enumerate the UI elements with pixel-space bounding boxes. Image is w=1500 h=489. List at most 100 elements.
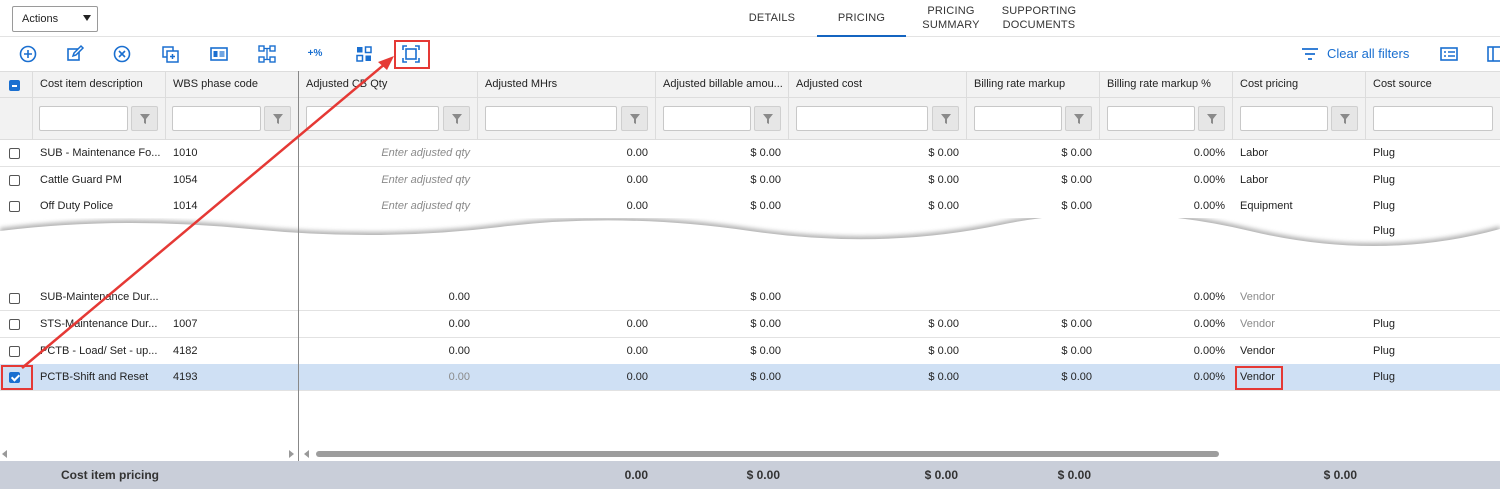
cell-billable: $ 0.00 [750,174,781,186]
cell-markup-pct: 0.00% [1193,291,1225,303]
clear-all-filters-label: Clear all filters [1327,46,1410,61]
filter-button-qty[interactable] [443,106,470,131]
highlight-box-vendor [1235,366,1283,390]
col-header-billing-rate-markup[interactable]: Billing rate markup [967,72,1100,98]
cell-adjusted-qty[interactable]: 0.00 [299,311,478,337]
cell-mhrs: 0.00 [626,318,648,330]
row-checkbox[interactable] [9,175,20,186]
cell-markup-pct: 0.00% [1193,200,1225,212]
add-circle-icon[interactable] [18,44,38,64]
cell-adjusted-qty-input[interactable]: Enter adjusted qty [299,140,478,166]
filter-row [0,98,1500,140]
horizontal-scrollbars [0,447,1500,461]
filter-button-billable[interactable] [754,106,781,131]
table-row[interactable]: PCTB - Load/ Set - up... 4182 0.00 0.00 … [0,338,1500,365]
row-checkbox[interactable] [9,201,20,212]
tab-pricing-summary[interactable]: PRICING SUMMARY [912,0,990,37]
cell-wbs: 1054 [173,174,198,186]
cell-source: Plug [1373,147,1396,159]
table-row[interactable]: SUB - Maintenance Fo... 1010 Enter adjus… [0,140,1500,167]
col-header-adjusted-mhrs[interactable]: Adjusted MHrs [478,72,656,98]
col-header-adjusted-cb-qty[interactable]: Adjusted CB Qty [299,72,478,98]
select-all-checkbox[interactable] [9,80,20,91]
filter-button-description[interactable] [131,106,158,131]
cell-adjusted-qty-input[interactable]: Enter adjusted qty [299,167,478,193]
funnel-icon [941,114,951,124]
cell-mhrs: 0.00 [626,147,648,159]
col-header-adjusted-billable-amount[interactable]: Adjusted billable amou... [656,72,789,98]
panel-icon[interactable] [1486,44,1500,64]
cell-mhrs: 0.00 [626,371,648,383]
filter-input-wbs[interactable] [172,106,261,131]
copy-add-icon[interactable] [161,44,181,64]
filter-input-qty[interactable] [306,106,439,131]
footer-total-markup: $ 0.00 [1057,468,1091,482]
row-checkbox[interactable] [9,293,20,304]
row-checkbox[interactable] [9,148,20,159]
col-header-adjusted-cost[interactable]: Adjusted cost [789,72,967,98]
edit-icon[interactable] [65,44,85,64]
actions-dropdown[interactable]: Actions [12,6,98,32]
filter-button-markup[interactable] [1065,106,1092,131]
col-header-billing-rate-markup-pct[interactable]: Billing rate markup % [1100,72,1233,98]
filter-lines-icon [1300,44,1320,64]
grid-apps-icon[interactable] [354,44,374,64]
scroll-right-icon[interactable] [289,450,294,458]
tab-details[interactable]: DETAILS [736,0,808,37]
funnel-icon [630,114,640,124]
row-checkbox[interactable] [9,346,20,357]
col-header-cost-pricing[interactable]: Cost pricing [1233,72,1366,98]
filter-input-description[interactable] [39,106,128,131]
cell-adjusted-qty[interactable]: 0.00 [299,338,478,364]
col-header-cost-item-description[interactable]: Cost item description [33,72,166,98]
hierarchy-icon[interactable] [257,44,277,64]
tab-pricing[interactable]: PRICING [817,0,906,37]
filter-cell-description [33,98,166,140]
filter-button-wbs[interactable] [264,106,291,131]
filter-input-mhrs[interactable] [485,106,617,131]
filter-input-source[interactable] [1373,106,1493,131]
table-row[interactable]: STS-Maintenance Dur... 1007 0.00 0.00 $ … [0,311,1500,338]
filter-button-mhrs[interactable] [621,106,648,131]
filter-cell-source [1366,98,1500,140]
cell-pricing: Vendor [1240,318,1275,330]
filter-button-pricing[interactable] [1331,106,1358,131]
cell-adjusted-qty[interactable]: 0.00 [299,364,478,390]
filter-input-markup-pct[interactable] [1107,106,1195,131]
filter-input-markup[interactable] [974,106,1062,131]
list-view-icon[interactable] [1439,44,1459,64]
horizontal-scrollbar-thumb[interactable] [316,451,1219,457]
cell-source: Plug [1373,371,1396,383]
funnel-icon [763,114,773,124]
table-row[interactable]: Cattle Guard PM 1054 Enter adjusted qty … [0,167,1500,194]
card-view-icon[interactable] [209,44,229,64]
filter-cell-billable [656,98,789,140]
cell-billable: $ 0.00 [750,147,781,159]
table-row[interactable]: Off Duty Police 1014 Enter adjusted qty … [0,193,1500,220]
scroll-left-icon[interactable] [304,450,309,458]
select-all-cell[interactable] [0,72,33,98]
tab-supporting-documents[interactable]: SUPPORTING DOCUMENTS [996,0,1082,37]
cell-markup-pct: 0.00% [1193,174,1225,186]
filter-input-billable[interactable] [663,106,751,131]
cell-adjusted-qty-input[interactable]: Enter adjusted qty [299,193,478,219]
cancel-circle-icon[interactable] [112,44,132,64]
row-checkbox[interactable] [9,319,20,330]
col-header-cost-source[interactable]: Cost source [1366,72,1500,98]
cell-description: Cattle Guard PM [40,174,122,186]
percent-adjust-icon[interactable]: +% [305,44,325,64]
cell-description: SUB - Maintenance Fo... [40,147,161,159]
cell-cost: $ 0.00 [928,371,959,383]
filter-input-cost[interactable] [796,106,928,131]
filter-button-markup-pct[interactable] [1198,106,1225,131]
cell-pricing: Equipment [1240,200,1293,212]
filter-button-cost[interactable] [932,106,959,131]
filter-input-pricing[interactable] [1240,106,1328,131]
table-row[interactable]: SUB-Maintenance Dur... 0.00 $ 0.00 0.00%… [0,284,1500,311]
cell-markup: $ 0.00 [1061,147,1092,159]
cell-markup-pct: 0.00% [1193,345,1225,357]
cell-description: STS-Maintenance Dur... [40,318,158,330]
scroll-left-icon[interactable] [2,450,7,458]
col-header-wbs-phase-code[interactable]: WBS phase code [166,72,299,98]
funnel-icon [1207,114,1217,124]
